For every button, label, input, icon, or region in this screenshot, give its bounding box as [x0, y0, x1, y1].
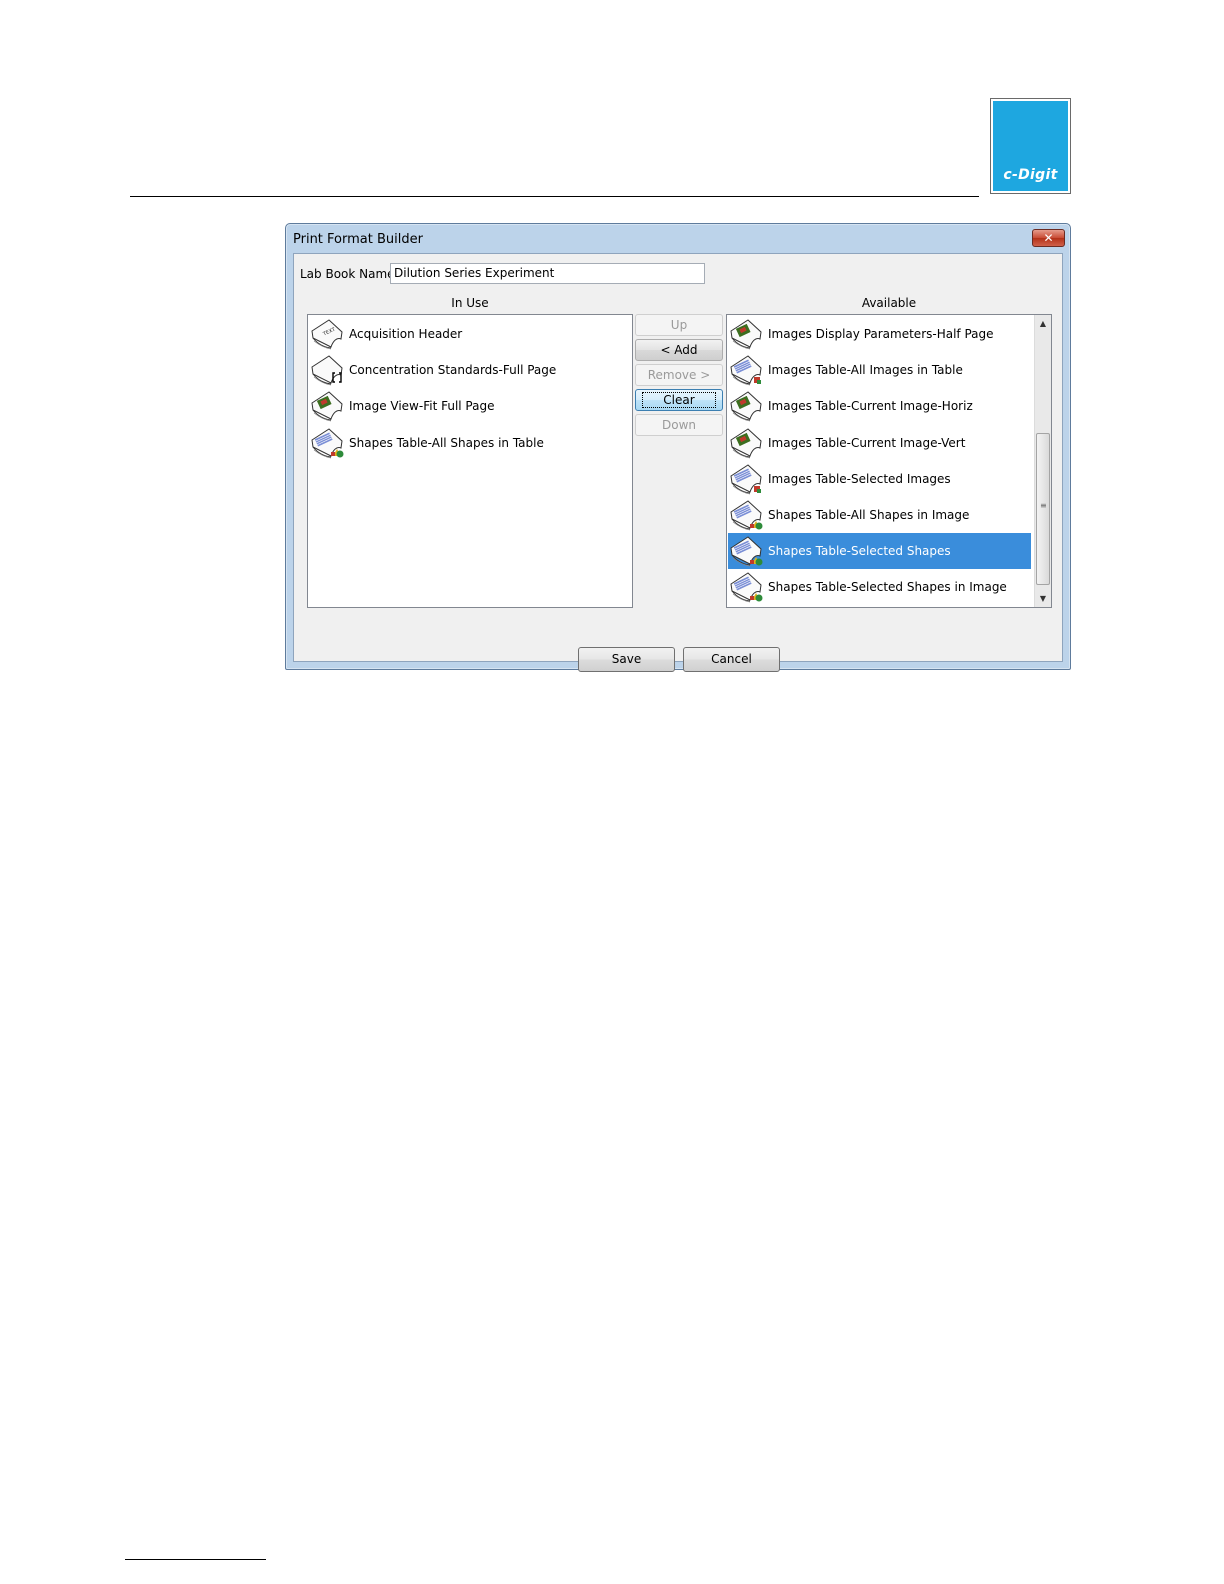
in-use-list-item[interactable]: Concentration Standards-Full Page — [309, 352, 556, 388]
in-use-list-item[interactable]: Shapes Table-All Shapes in Table — [309, 425, 544, 461]
shapes-table-report-icon — [728, 534, 764, 568]
image-report-icon — [728, 426, 764, 460]
close-icon: ✕ — [1043, 231, 1054, 245]
in-use-list-item-label: Image View-Fit Full Page — [349, 399, 495, 414]
in-use-list[interactable]: TEXT Acquisition Header Concentration Stan… — [307, 314, 633, 608]
shapes-table-report-icon — [728, 570, 764, 604]
available-list-item-label: Images Table-All Images in Table — [768, 363, 963, 378]
available-list-item[interactable]: Shapes Table-All Shapes in Image — [728, 497, 1031, 533]
in-use-list-item[interactable]: TEXT Acquisition Header — [309, 316, 462, 352]
available-list-item[interactable]: Shapes Table-Selected Shapes in Image — [728, 569, 1031, 605]
dialog-title: Print Format Builder — [293, 232, 423, 247]
in-use-header: In Use — [451, 296, 489, 310]
image-report-icon — [728, 389, 764, 423]
close-button[interactable]: ✕ — [1032, 229, 1065, 247]
grip-icon: ≡ — [1040, 501, 1047, 510]
image-report-icon — [728, 317, 764, 351]
header-report-icon: TEXT — [309, 317, 345, 351]
images-table-report-icon — [728, 353, 764, 387]
scrollbar-thumb[interactable]: ≡ — [1036, 433, 1050, 585]
c-digit-logo: c-Digit — [990, 98, 1071, 194]
available-list-item-label: Images Display Parameters-Half Page — [768, 327, 994, 341]
available-list-item-label: Shapes Table-All Shapes in Image — [768, 508, 970, 522]
in-use-list-item-label: Concentration Standards-Full Page — [349, 363, 557, 378]
lab-book-name-label: Lab Book Name: — [300, 267, 399, 281]
print-format-builder-dialog: Print Format Builder ✕ Lab Book Name: Di… — [285, 223, 1071, 672]
lab-book-name-input[interactable]: Dilution Series Experiment — [390, 263, 705, 284]
available-header: Available — [861, 296, 917, 310]
footer-rule — [125, 1559, 266, 1560]
available-list-item-label: Images Table-Current Image-Vert — [768, 435, 966, 450]
available-list-item[interactable]: Images Table-Current Image-Vert — [728, 425, 1031, 461]
scroll-down-arrow-icon[interactable]: ▼ — [1035, 590, 1051, 607]
available-list-item[interactable]: Images Table-Selected Images — [728, 461, 1031, 497]
clear-button[interactable]: Clear — [635, 389, 723, 411]
available-list-item-label: Images Table-Selected Images — [768, 471, 951, 486]
clear-button-label: Clear — [642, 392, 716, 408]
in-use-list-item[interactable]: Image View-Fit Full Page — [309, 388, 494, 424]
available-list-item[interactable]: Images Display Parameters-Half Page — [728, 316, 1031, 352]
standards-report-icon — [309, 353, 345, 387]
image-report-icon — [309, 389, 345, 423]
add-button[interactable]: < Add — [635, 339, 723, 361]
logo-text: c-Digit — [1003, 167, 1058, 183]
shapes-table-report-icon — [309, 426, 345, 460]
down-button[interactable]: Down — [635, 414, 723, 436]
available-list[interactable]: ▲ ≡ ▼ Images Display Parameters-Half Pag… — [726, 314, 1052, 608]
header-rule — [130, 196, 979, 197]
remove-button[interactable]: Remove > — [635, 364, 723, 386]
images-table-report-icon — [728, 462, 764, 496]
available-list-item[interactable]: Shapes Table-Selected Shapes — [728, 533, 1031, 570]
dialog-client-area: Lab Book Name: Dilution Series Experimen… — [293, 253, 1063, 672]
shapes-table-report-icon — [728, 498, 764, 532]
available-list-scrollbar[interactable]: ▲ ≡ ▼ — [1034, 315, 1051, 607]
in-use-list-item-label: Shapes Table-All Shapes in Table — [349, 435, 544, 450]
scroll-up-arrow-icon[interactable]: ▲ — [1035, 315, 1051, 332]
available-list-item-label: Images Table-Current Image-Horiz — [768, 399, 973, 414]
available-list-item-label: Shapes Table-Selected Shapes — [768, 544, 951, 559]
cancel-button[interactable]: Cancel — [683, 647, 780, 672]
save-button[interactable]: Save — [578, 647, 675, 672]
available-list-item-label: Shapes Table-Selected Shapes in Image — [768, 580, 1007, 595]
up-button[interactable]: Up — [635, 314, 723, 336]
available-list-item[interactable]: Images Table-Current Image-Horiz — [728, 388, 1031, 424]
dialog-titlebar[interactable]: Print Format Builder ✕ — [286, 224, 1070, 252]
available-list-item[interactable]: Images Table-All Images in Table — [728, 352, 1031, 388]
in-use-list-item-label: Acquisition Header — [349, 327, 463, 341]
